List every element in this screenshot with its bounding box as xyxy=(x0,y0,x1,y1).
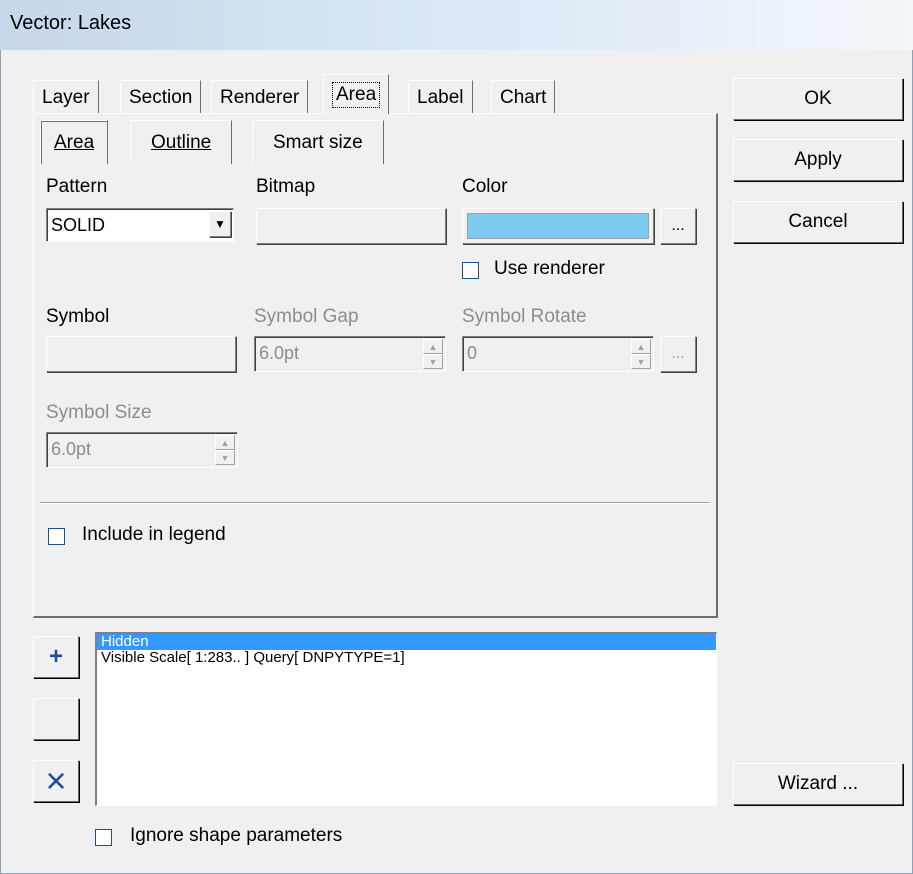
tab-section[interactable]: Section xyxy=(120,80,202,114)
wizard-button[interactable]: Wizard ... xyxy=(733,763,903,805)
apply-button[interactable]: Apply xyxy=(733,139,903,181)
color-label: Color xyxy=(462,176,508,197)
include-legend-checkbox[interactable] xyxy=(48,528,65,545)
list-item[interactable]: Visible Scale[ 1:283.. ] Query[ DNPYTYPE… xyxy=(97,650,716,666)
symbol-rotate-more-button[interactable]: ... xyxy=(660,336,696,372)
ellipsis-icon: ... xyxy=(671,217,685,234)
subtab-area[interactable]: Area xyxy=(40,120,109,164)
spin-up-icon[interactable]: ▲ xyxy=(215,435,235,450)
apply-label: Apply xyxy=(794,149,842,170)
tab-label: Layer xyxy=(42,86,90,108)
subtab-label: Smart size xyxy=(273,131,363,153)
tab-renderer[interactable]: Renderer xyxy=(211,80,309,114)
subtab-label: Outline xyxy=(151,131,212,153)
subtab-smart-size[interactable]: Smart size xyxy=(252,120,384,164)
tab-label: Renderer xyxy=(220,86,300,108)
spin-down-icon[interactable]: ▼ xyxy=(215,450,235,465)
spin-up-icon[interactable]: ▲ xyxy=(423,339,443,354)
tab-label[interactable]: Label xyxy=(408,80,473,114)
subtab-label: Area xyxy=(54,131,95,153)
symbol-rotate-spinner[interactable]: ▲ ▼ xyxy=(631,339,651,369)
symbol-rotate-field[interactable]: 0 ▲ ▼ xyxy=(462,336,654,372)
chevron-down-icon[interactable]: ▼ xyxy=(209,211,231,237)
symbol-rotate-label: Symbol Rotate xyxy=(462,306,587,327)
symbol-button[interactable] xyxy=(46,336,236,372)
ellipsis-icon: ... xyxy=(671,345,685,362)
tab-label: Section xyxy=(129,86,193,108)
window-title: Vector: Lakes xyxy=(10,12,132,34)
separator xyxy=(40,502,710,504)
symbol-label: Symbol xyxy=(46,306,110,327)
symbol-gap-label: Symbol Gap xyxy=(254,306,359,327)
plus-icon: + xyxy=(48,643,63,670)
cancel-button[interactable]: Cancel xyxy=(733,201,903,243)
tab-label: Label xyxy=(417,86,464,108)
symbol-gap-spinner[interactable]: ▲ ▼ xyxy=(423,339,443,369)
color-more-button[interactable]: ... xyxy=(660,208,696,244)
ok-button[interactable]: OK xyxy=(733,78,903,120)
ignore-shape-checkbox[interactable] xyxy=(95,829,112,846)
title-bar: Vector: Lakes xyxy=(0,0,913,51)
ok-label: OK xyxy=(804,88,832,109)
spin-down-icon[interactable]: ▼ xyxy=(631,354,651,369)
symbol-size-value: 6.0pt xyxy=(51,439,92,459)
tab-chart[interactable]: Chart xyxy=(491,80,556,114)
blank-rule-button[interactable] xyxy=(33,698,79,740)
symbol-size-spinner[interactable]: ▲ ▼ xyxy=(215,435,235,465)
include-legend-label: Include in legend xyxy=(82,524,226,545)
cancel-label: Cancel xyxy=(788,211,848,232)
color-button[interactable] xyxy=(462,208,654,244)
symbol-size-label: Symbol Size xyxy=(46,402,152,423)
symbol-size-field[interactable]: 6.0pt ▲ ▼ xyxy=(46,432,238,468)
spin-down-icon[interactable]: ▼ xyxy=(423,354,443,369)
symbol-gap-value: 6.0pt xyxy=(259,343,300,363)
tab-strip: Layer Section Renderer Area Label Chart xyxy=(33,74,563,114)
remove-rule-button[interactable]: × xyxy=(33,760,79,802)
symbol-rotate-value: 0 xyxy=(467,343,478,363)
tab-layer[interactable]: Layer xyxy=(33,80,99,114)
tab-label: Area xyxy=(332,81,381,108)
add-rule-button[interactable]: + xyxy=(33,636,79,678)
spin-up-icon[interactable]: ▲ xyxy=(631,339,651,354)
close-icon: × xyxy=(45,760,67,801)
bitmap-button[interactable] xyxy=(256,208,446,244)
ignore-shape-label: Ignore shape parameters xyxy=(130,825,343,846)
color-swatch xyxy=(467,213,649,239)
pattern-value: SOLID xyxy=(51,215,106,235)
pattern-select[interactable]: SOLID ▼ xyxy=(46,208,234,242)
list-item[interactable]: Hidden xyxy=(97,634,716,650)
tab-panel: Area Outline Smart size Pattern SOLID ▼ … xyxy=(33,113,718,618)
tab-label: Chart xyxy=(500,86,547,108)
wizard-label: Wizard ... xyxy=(777,773,859,794)
symbol-gap-field[interactable]: 6.0pt ▲ ▼ xyxy=(254,336,446,372)
subtab-strip: Area Outline Smart size xyxy=(40,120,400,164)
use-renderer-checkbox[interactable] xyxy=(462,262,479,279)
rules-list[interactable]: Hidden Visible Scale[ 1:283.. ] Query[ D… xyxy=(95,632,717,806)
subtab-outline[interactable]: Outline xyxy=(130,120,233,164)
bitmap-label: Bitmap xyxy=(256,176,316,197)
pattern-label: Pattern xyxy=(46,176,108,197)
use-renderer-label: Use renderer xyxy=(494,258,605,279)
tab-area[interactable]: Area xyxy=(323,74,390,114)
